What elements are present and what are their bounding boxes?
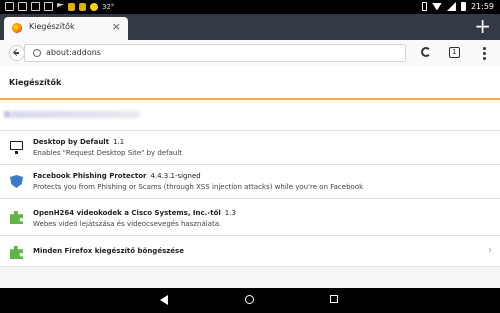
addon-name: Facebook Phishing Protector 4.4.3.1-signe… <box>33 172 201 180</box>
app-100-icon <box>31 2 40 11</box>
url-text: about:addons <box>46 48 101 57</box>
system-nav-bar <box>0 288 500 313</box>
blurred-addon-row[interactable] <box>0 102 500 130</box>
addon-description: Webes videó lejátszása és videocsevegés … <box>33 220 222 228</box>
addon-description: Enables "Request Desktop Site" by defaul… <box>33 149 183 157</box>
addons-page: Kiegészítők Desktop by Default 1.1 Enable… <box>0 66 500 288</box>
notification-icon <box>18 2 27 11</box>
nav-home-icon[interactable] <box>245 295 254 304</box>
addon-item-facebook-phishing-protector[interactable]: Facebook Phishing Protector 4.4.3.1-signe… <box>0 164 500 198</box>
close-tab-icon[interactable]: × <box>112 21 121 32</box>
page-title: Kiegészítők <box>9 78 62 87</box>
weather-sun-icon <box>90 2 98 11</box>
addon-item-openh264[interactable]: OpenH264 videokodek a Cisco Systems, Inc… <box>0 198 500 235</box>
wifi-icon <box>431 2 442 11</box>
puzzle-icon <box>10 211 23 224</box>
page-header: Kiegészítők <box>0 66 500 100</box>
temperature: 32° <box>102 2 115 11</box>
back-button[interactable] <box>9 45 25 61</box>
status-bar: 32° 21:59 <box>0 0 500 14</box>
addon-item-desktop-by-default[interactable]: Desktop by Default 1.1 Enables "Request D… <box>0 130 500 164</box>
battery-icon <box>460 2 466 11</box>
bluetooth-icon <box>421 2 427 11</box>
tab-strip: Kiegészítők × + <box>0 14 500 40</box>
new-tab-icon[interactable]: + <box>474 16 491 36</box>
lock-icon <box>79 2 86 11</box>
tab-title: Kiegészítők <box>29 22 75 31</box>
menu-icon[interactable] <box>483 47 486 60</box>
puzzle-icon <box>10 246 23 259</box>
firefox-favicon-icon <box>12 23 22 33</box>
nav-recents-icon[interactable] <box>330 295 338 303</box>
browse-all-label: Minden Firefox kiegészítő böngészése <box>33 247 184 255</box>
addon-version: 4.4.3.1-signed <box>150 172 201 180</box>
clock: 21:59 <box>470 2 494 11</box>
addon-name: OpenH264 videokodek a Cisco Systems, Inc… <box>33 209 236 217</box>
flag-icon <box>57 3 64 8</box>
blurred-text <box>10 111 140 118</box>
signal-icon <box>446 2 456 11</box>
monitor-icon <box>10 141 23 154</box>
tab-count-button[interactable]: 1 <box>449 47 460 58</box>
reload-icon[interactable] <box>421 47 431 57</box>
shield-icon <box>10 175 23 188</box>
addon-description: Protects you from Phishing or Scams (thr… <box>33 183 364 191</box>
gallery-icon <box>5 2 14 11</box>
tab-addons[interactable]: Kiegészítők × <box>4 17 128 40</box>
nav-back-icon[interactable] <box>160 295 168 305</box>
globe-icon <box>33 49 41 57</box>
addon-version: 1.1 <box>113 138 125 146</box>
lock-icon <box>68 2 75 11</box>
chevron-right-icon: › <box>488 245 492 256</box>
browse-all-addons[interactable]: Minden Firefox kiegészítő böngészése › <box>0 235 500 267</box>
addon-version: 1.3 <box>224 209 236 217</box>
addon-name: Desktop by Default 1.1 <box>33 138 125 146</box>
url-bar[interactable]: about:addons <box>24 44 406 62</box>
mail-icon <box>44 2 53 11</box>
toolbar: about:addons 1 <box>0 40 500 66</box>
